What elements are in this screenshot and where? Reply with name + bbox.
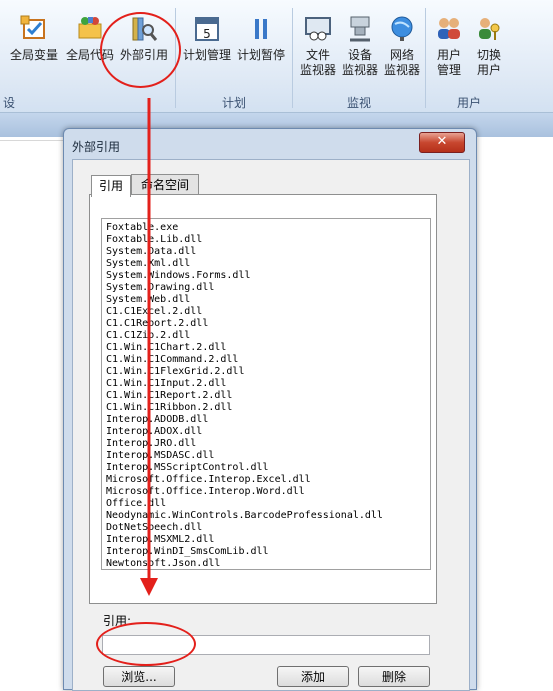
annotation-arrow (140, 98, 158, 596)
tab-references[interactable]: 引用 (91, 175, 131, 197)
